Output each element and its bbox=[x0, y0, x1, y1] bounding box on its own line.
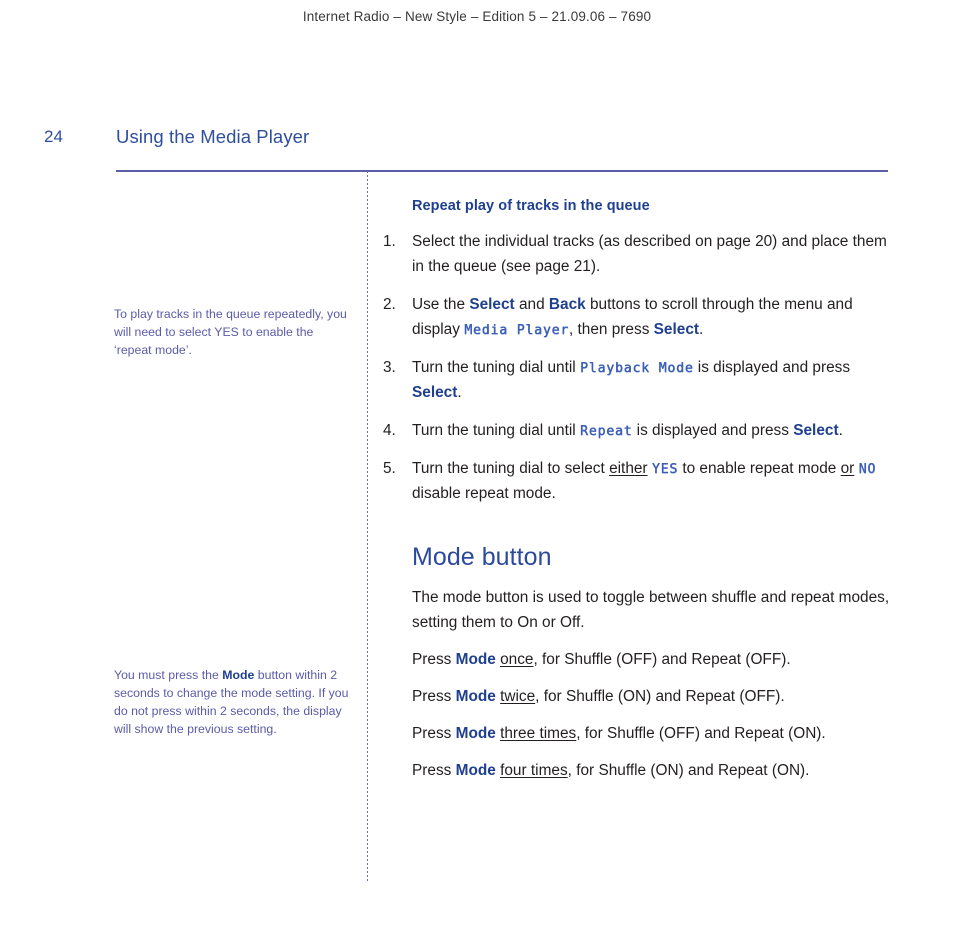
ui-button-name: Mode bbox=[455, 688, 496, 706]
body-text: is displayed and press bbox=[693, 358, 851, 376]
lcd-display-text: Playback Mode bbox=[579, 360, 694, 376]
step-item: 1. Select the individual tracks (as descr… bbox=[383, 230, 891, 280]
body-text: Press bbox=[412, 651, 456, 669]
underlined-emphasis: three times bbox=[500, 725, 577, 743]
step-item: 5. Turn the tuning dial to select either … bbox=[383, 457, 891, 507]
mode-press-line: Press Mode four times, for Shuffle (ON) … bbox=[412, 759, 891, 784]
body-text: and bbox=[514, 295, 549, 313]
lcd-display-text: Repeat bbox=[579, 423, 633, 439]
body-text: to enable repeat mode bbox=[678, 459, 841, 477]
body-text: Turn the tuning dial to select bbox=[412, 459, 610, 477]
step-number: 2. bbox=[383, 295, 396, 313]
step-number: 4. bbox=[383, 421, 396, 439]
step-text: Turn the tuning dial until Playback Mode… bbox=[412, 359, 850, 401]
step-number: 5. bbox=[383, 459, 396, 477]
step-text: Turn the tuning dial until Repeat is dis… bbox=[412, 422, 843, 439]
subsection-heading-repeat-play: Repeat play of tracks in the queue bbox=[412, 198, 650, 214]
mode-press-line: Press Mode twice, for Shuffle (ON) and R… bbox=[412, 685, 891, 710]
ui-button-name: Select bbox=[653, 320, 700, 338]
mode-press-lines: Press Mode once, for Shuffle (OFF) and R… bbox=[383, 648, 891, 784]
body-text: . bbox=[457, 383, 462, 401]
margin-note-emphasis-mode: Mode bbox=[222, 668, 255, 682]
margin-note-text: To play tracks in the queue repeatedly, … bbox=[114, 307, 347, 358]
ui-button-name: Mode bbox=[455, 762, 496, 780]
underlined-emphasis: or bbox=[840, 459, 855, 477]
body-text: Press bbox=[412, 688, 456, 706]
column-divider-dotted-rule bbox=[367, 171, 368, 881]
step-number: 3. bbox=[383, 358, 396, 376]
body-text: Use the bbox=[412, 295, 470, 313]
body-text: Select the individual tracks (as describ… bbox=[412, 233, 887, 275]
main-content-column: Repeat play of tracks in the queue 1. Sel… bbox=[383, 198, 891, 796]
margin-note-repeat-mode: To play tracks in the queue repeatedly, … bbox=[114, 305, 350, 359]
body-text: , for Shuffle (ON) and Repeat (OFF). bbox=[535, 688, 785, 706]
margin-note-text-part1: You must press the bbox=[114, 668, 223, 682]
step-item: 3. Turn the tuning dial until Playback Mo… bbox=[383, 356, 891, 406]
body-text: Turn the tuning dial until bbox=[412, 358, 580, 376]
body-text: Turn the tuning dial until bbox=[412, 421, 580, 439]
mode-press-line: Press Mode three times, for Shuffle (OFF… bbox=[412, 722, 891, 747]
body-text: , then press bbox=[568, 320, 654, 338]
lcd-display-text: Media Player bbox=[464, 322, 569, 338]
mode-button-intro-paragraph: The mode button is used to toggle betwee… bbox=[412, 588, 890, 631]
body-text: Press bbox=[412, 762, 456, 780]
ui-button-name: Back bbox=[548, 295, 586, 313]
ui-button-name: Select bbox=[793, 421, 839, 439]
page-number: 24 bbox=[44, 127, 63, 146]
underlined-emphasis: four times bbox=[500, 762, 568, 780]
step-text: Use the Select and Back buttons to scrol… bbox=[412, 296, 853, 338]
mode-press-line: Press Mode once, for Shuffle (OFF) and R… bbox=[412, 648, 891, 673]
step-item: 2. Use the Select and Back buttons to scr… bbox=[383, 293, 891, 343]
margin-note-mode-timeout: You must press the Mode button within 2 … bbox=[114, 666, 350, 738]
lcd-display-text: NO bbox=[858, 461, 877, 477]
lcd-display-text: YES bbox=[651, 461, 679, 477]
page-title: Using the Media Player bbox=[116, 126, 310, 147]
body-text: , for Shuffle (OFF) and Repeat (OFF). bbox=[533, 651, 791, 669]
ui-button-name: Select bbox=[469, 295, 515, 313]
running-header: Internet Radio – New Style – Edition 5 –… bbox=[302, 9, 652, 24]
ui-button-name: Select bbox=[412, 383, 458, 401]
body-text: is displayed and press bbox=[632, 421, 794, 439]
body-text: Press bbox=[412, 725, 456, 743]
body-text: disable repeat mode. bbox=[412, 484, 556, 502]
body-text: , for Shuffle (ON) and Repeat (ON). bbox=[567, 762, 810, 780]
ui-button-name: Mode bbox=[455, 651, 496, 669]
header-divider-rule bbox=[116, 170, 888, 172]
numbered-steps-list: 1. Select the individual tracks (as descr… bbox=[383, 230, 891, 507]
underlined-emphasis: once bbox=[500, 651, 534, 669]
body-text: , for Shuffle (OFF) and Repeat (ON). bbox=[576, 725, 826, 743]
ui-button-name: Mode bbox=[455, 725, 496, 743]
step-text: Turn the tuning dial to select either YE… bbox=[412, 460, 876, 502]
step-item: 4. Turn the tuning dial until Repeat is d… bbox=[383, 419, 891, 444]
step-text: Select the individual tracks (as describ… bbox=[412, 233, 887, 275]
underlined-emphasis: either bbox=[609, 459, 648, 477]
step-number: 1. bbox=[383, 233, 396, 250]
body-text: . bbox=[838, 421, 843, 439]
underlined-emphasis: twice bbox=[500, 688, 536, 706]
body-text: . bbox=[699, 320, 704, 338]
section-heading-mode-button: Mode button bbox=[412, 542, 552, 571]
